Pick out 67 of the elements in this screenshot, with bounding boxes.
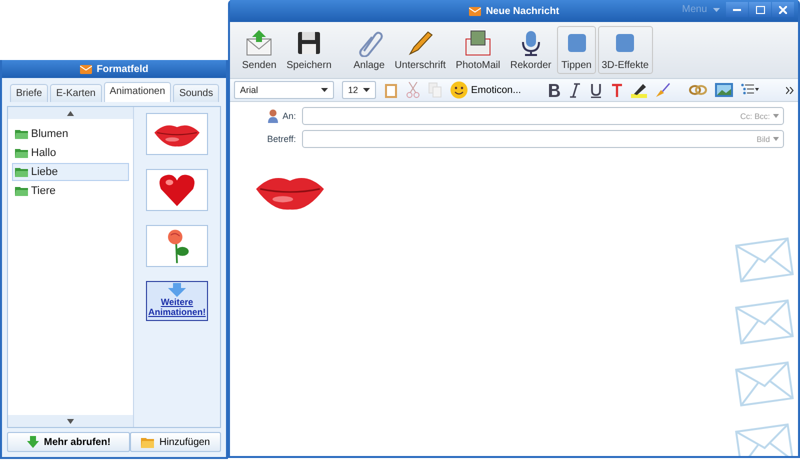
caret-icon: [363, 88, 370, 92]
tab[interactable]: E-Karten: [50, 84, 102, 102]
window-title: Formatfeld: [96, 64, 148, 74]
category-item[interactable]: Hallo: [12, 144, 129, 162]
maximize-button[interactable]: [749, 2, 771, 17]
envelope-icon: [468, 6, 481, 16]
close-button[interactable]: [772, 2, 794, 17]
toolbar-button[interactable]: Rekorder: [506, 26, 556, 74]
minimize-button[interactable]: [726, 2, 748, 17]
folder-icon: [15, 148, 28, 158]
category-item[interactable]: Tiere: [12, 182, 129, 200]
maximize-icon: [756, 6, 764, 14]
bold-icon[interactable]: [547, 82, 562, 98]
toolbar-button[interactable]: PhotoMail: [452, 26, 504, 74]
photo-envelope-icon: [464, 29, 492, 57]
caret-icon: [773, 114, 779, 118]
toolbar-button[interactable]: Speichern: [282, 26, 336, 74]
down-arrow-icon: [26, 436, 39, 448]
caret-icon: [713, 8, 720, 12]
animation-thumbnail[interactable]: [146, 169, 208, 211]
down-arrow-icon: [67, 418, 74, 424]
person-icon: [268, 109, 278, 123]
animation-thumbnail[interactable]: [146, 225, 208, 267]
font-dropdown[interactable]: Arial: [234, 81, 334, 99]
tab[interactable]: Briefe: [10, 84, 48, 102]
text-color-icon[interactable]: [611, 82, 624, 98]
add-button[interactable]: Hinzufügen: [130, 432, 221, 452]
caret-icon: [321, 88, 328, 92]
smiley-icon: [450, 81, 468, 99]
folder-icon: [15, 186, 28, 196]
pen-icon: [406, 29, 434, 57]
list-icon[interactable]: [741, 83, 760, 97]
caret-icon: [773, 137, 779, 141]
field-label: An:: [282, 111, 296, 121]
toolbar-button[interactable]: Anlage: [350, 26, 389, 74]
font-size-dropdown[interactable]: 12: [342, 81, 376, 99]
download-button[interactable]: Mehr abrufen!: [7, 432, 130, 452]
toolbar-button[interactable]: Unterschrift: [390, 26, 450, 74]
category-item[interactable]: Blumen: [12, 125, 129, 143]
field-label: Betreff:: [267, 134, 296, 144]
up-arrow-icon: [67, 110, 74, 116]
link-icon[interactable]: [689, 83, 708, 97]
down-arrow-icon: [168, 283, 186, 297]
toolbar-button[interactable]: Senden: [238, 26, 280, 74]
folder-icon: [15, 167, 28, 177]
underline-icon[interactable]: [589, 82, 604, 98]
brush-icon[interactable]: [655, 82, 672, 98]
close-icon: [779, 6, 787, 14]
window-title: Neue Nachricht: [486, 6, 560, 16]
tab[interactable]: Animationen: [104, 82, 172, 102]
toolbar-button[interactable]: Tippen: [557, 26, 596, 74]
more-animations-link[interactable]: Weitere Animationen!: [146, 281, 208, 321]
image-icon[interactable]: [715, 83, 734, 97]
italic-icon[interactable]: [569, 82, 582, 98]
overflow-icon[interactable]: [786, 86, 794, 94]
category-item[interactable]: Liebe: [12, 163, 129, 181]
animation-thumbnail[interactable]: [146, 113, 208, 155]
folder-icon: [15, 129, 28, 139]
toolbar-button[interactable]: 3D-Effekte: [598, 26, 653, 74]
highlighter-icon[interactable]: [631, 82, 648, 98]
tab[interactable]: Sounds: [173, 84, 220, 102]
minimize-icon: [733, 8, 741, 10]
envelope-icon: [80, 64, 92, 74]
folder-icon: [141, 436, 154, 448]
emoticons-button[interactable]: Emoticon...: [450, 81, 522, 99]
clipboard-icon[interactable]: [384, 82, 398, 98]
envelope-arrow-icon: [245, 29, 274, 57]
